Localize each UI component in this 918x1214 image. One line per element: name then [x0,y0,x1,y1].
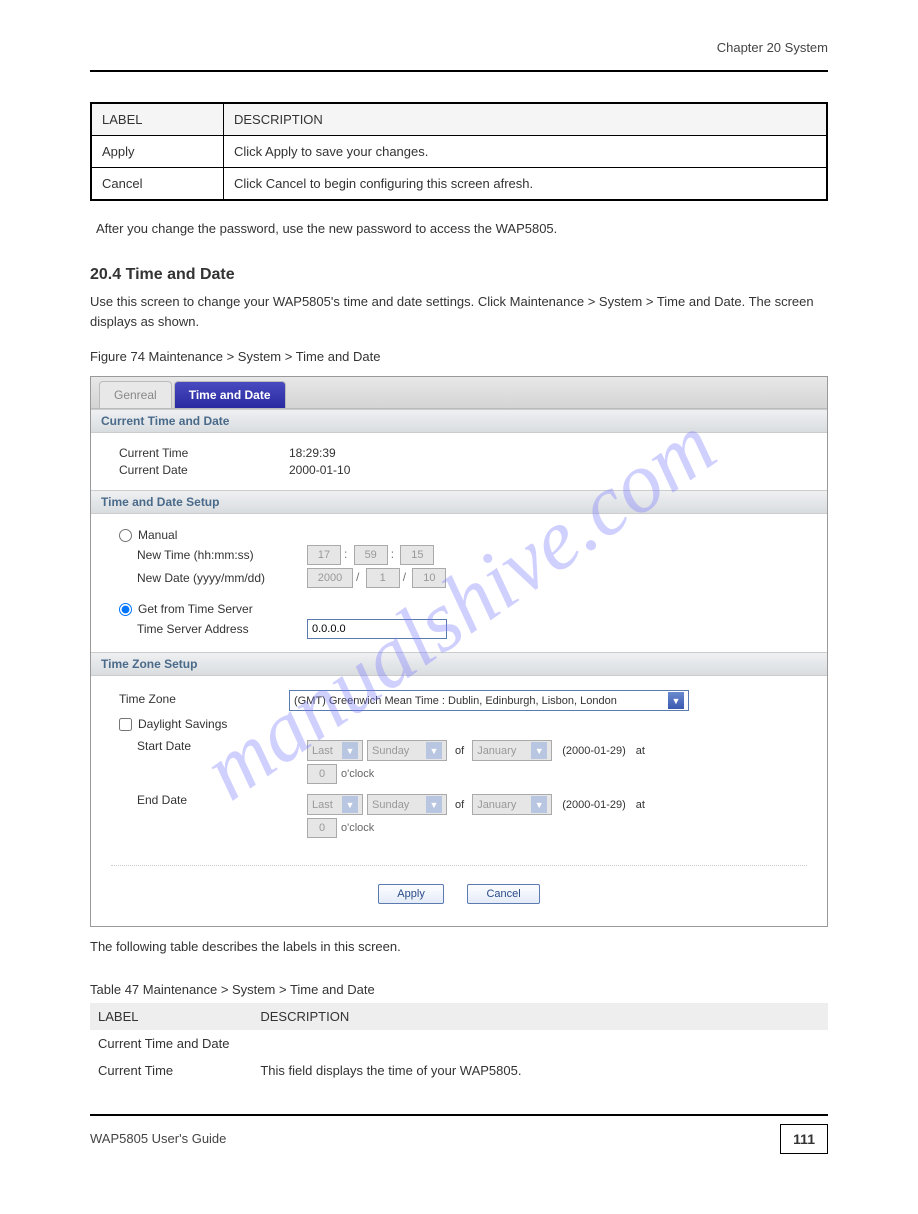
table-header-label: LABEL [90,1003,252,1030]
tab-general[interactable]: Genreal [99,381,172,408]
start-date-hint: (2000-01-29) [562,745,626,757]
tz-select[interactable]: (GMT) Greenwich Mean Time : Dublin, Edin… [289,690,689,711]
note: After you change the password, use the n… [90,221,828,236]
cell-label: Cancel [91,168,223,201]
page-header-right: Chapter 20 System [90,40,828,55]
start-ordinal-select[interactable]: Last▼ [307,740,363,761]
cell-desc: Click Cancel to begin configuring this s… [223,168,827,201]
table-row: Apply Click Apply to save your changes. [91,136,827,168]
new-date-year[interactable] [307,568,353,588]
field-description-table: Table 47 Maintenance > System > Time and… [90,982,828,1084]
of-label: of [455,799,464,811]
at-label: at [636,799,645,811]
table-row: Cancel Click Cancel to begin configuring… [91,168,827,201]
section-current-title: Current Time and Date [91,409,827,433]
tz-label: Time Zone [119,690,289,706]
new-time-ss[interactable] [400,545,434,565]
current-time-label: Current Time [119,446,289,460]
server-addr-input[interactable] [307,619,447,639]
tab-time-and-date[interactable]: Time and Date [174,381,286,408]
cell-desc: This field displays the time of your WAP… [252,1057,828,1084]
apply-button[interactable]: Apply [378,884,444,904]
footer-manual-title: WAP5805 User's Guide [90,1131,226,1146]
chevron-down-icon: ▼ [342,796,358,813]
end-hour-input[interactable] [307,818,337,838]
start-date-label: Start Date [137,737,307,753]
table-group-row: Current Time and Date [90,1030,828,1057]
oclock-label: o'clock [341,768,374,780]
header-rule [90,70,828,72]
tz-select-value: (GMT) Greenwich Mean Time : Dublin, Edin… [294,695,617,707]
figure-caption: Figure 74 Maintenance > System > Time an… [90,349,828,364]
start-month-select[interactable]: January▼ [472,740,552,761]
new-date-month[interactable] [366,568,400,588]
footer-rule [90,1114,828,1116]
manual-radio[interactable] [119,529,132,542]
table-header-description: DESCRIPTION [252,1003,828,1030]
end-date-hint: (2000-01-29) [562,799,626,811]
post-figure-intro: The following table describes the labels… [90,937,828,957]
tabs-bar: Genreal Time and Date [91,377,827,409]
cell-label: Apply [91,136,223,168]
current-time-value: 18:29:39 [289,446,336,460]
chevron-down-icon: ▼ [531,796,547,813]
section-heading: 20.4 Time and Date [90,266,828,284]
start-hour-input[interactable] [307,764,337,784]
server-radio[interactable] [119,603,132,616]
current-date-value: 2000-01-10 [289,463,350,477]
router-ui-panel: Genreal Time and Date Current Time and D… [90,376,828,927]
end-date-label: End Date [137,791,307,807]
end-weekday-select[interactable]: Sunday▼ [367,794,447,815]
dst-label: Daylight Savings [138,717,227,731]
section-tz-title: Time Zone Setup [91,652,827,676]
oclock-label: o'clock [341,822,374,834]
chevron-down-icon: ▼ [531,742,547,759]
page-number: 111 [780,1124,828,1154]
start-weekday-select[interactable]: Sunday▼ [367,740,447,761]
chevron-down-icon: ▼ [426,742,442,759]
table-header-description: DESCRIPTION [223,103,827,136]
manual-label: Manual [138,528,177,542]
chevron-down-icon: ▼ [342,742,358,759]
current-date-label: Current Date [119,463,289,477]
cell-label: Current Time [90,1057,252,1084]
note-text: After you change the password, use the n… [96,221,557,236]
cell-desc: Click Apply to save your changes. [223,136,827,168]
cancel-button[interactable]: Cancel [467,884,539,904]
end-ordinal-select[interactable]: Last▼ [307,794,363,815]
server-label: Get from Time Server [138,602,253,616]
new-time-label: New Time (hh:mm:ss) [137,548,307,562]
server-addr-label: Time Server Address [137,622,307,636]
chevron-down-icon: ▼ [426,796,442,813]
section-intro: Use this screen to change your WAP5805's… [90,292,828,331]
button-description-table: LABEL DESCRIPTION Apply Click Apply to s… [90,102,828,201]
of-label: of [455,745,464,757]
section-setup-title: Time and Date Setup [91,490,827,514]
new-time-mm[interactable] [354,545,388,565]
table-header-label: LABEL [91,103,223,136]
dst-checkbox[interactable] [119,718,132,731]
new-date-label: New Date (yyyy/mm/dd) [137,571,307,585]
end-month-select[interactable]: January▼ [472,794,552,815]
post-figure-caption: Table 47 Maintenance > System > Time and… [90,982,828,997]
new-date-day[interactable] [412,568,446,588]
chevron-down-icon: ▼ [668,692,684,709]
new-time-hh[interactable] [307,545,341,565]
at-label: at [636,745,645,757]
